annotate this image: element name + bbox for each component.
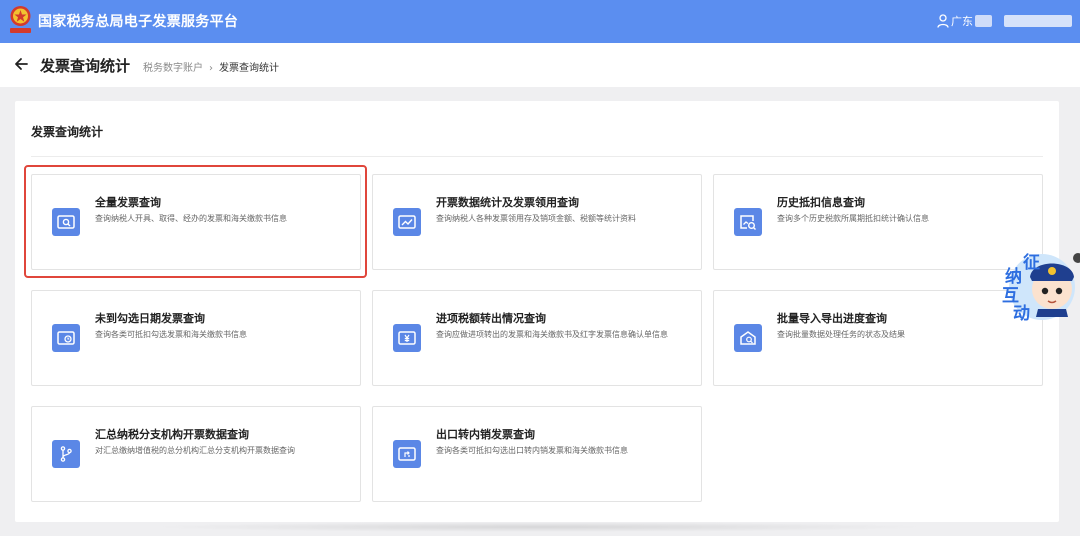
- card-description: 查询批量数据处理任务的状态及结果: [777, 330, 905, 339]
- card-export-to-domestic-invoice[interactable]: 出口转内销发票查询 查询各类可抵扣勾选出口转内销发票和海关缴款书信息: [372, 406, 702, 502]
- card-full-invoice-query[interactable]: 全量发票查询 查询纳税人开具、取得、经办的发票和海关缴款书信息: [31, 174, 361, 270]
- card-description: 查询应做进项转出的发票和海关缴款书及红字发票信息确认单信息: [436, 330, 668, 339]
- yuan-transfer-icon: [393, 324, 421, 352]
- tax-emblem-logo: [10, 6, 31, 33]
- card-description: 查询各类可抵扣勾选出口转内销发票和海关缴款书信息: [436, 446, 628, 455]
- card-title: 未到勾选日期发票查询: [95, 312, 205, 325]
- top-header: 国家税务总局电子发票服务平台 广东: [0, 0, 1080, 43]
- bottom-shadow: [150, 522, 930, 532]
- page-title-bar: 发票查询统计 税务数字账户 › 发票查询统计: [0, 43, 1080, 87]
- platform-title: 国家税务总局电子发票服务平台: [38, 14, 239, 30]
- redacted-user-info: [975, 15, 992, 27]
- user-icon[interactable]: [937, 14, 949, 28]
- breadcrumb-separator-icon: ›: [209, 63, 213, 74]
- card-title: 汇总纳税分支机构开票数据查询: [95, 428, 249, 441]
- card-title: 全量发票查询: [95, 196, 161, 209]
- card-description: 查询多个历史税款所属期抵扣统计确认信息: [777, 214, 929, 223]
- clock-invoice-icon: [52, 324, 80, 352]
- trend-chart-icon: [393, 208, 421, 236]
- breadcrumb-item-tax-account[interactable]: 税务数字账户: [143, 63, 203, 74]
- export-return-icon: [393, 440, 421, 468]
- batch-progress-icon: [734, 324, 762, 352]
- card-title: 批量导入导出进度查询: [777, 312, 887, 325]
- assistant-char-4: 动: [1013, 304, 1030, 324]
- branch-icon: [52, 440, 80, 468]
- card-description: 查询纳税人各种发票领用存及销项金额、税额等统计资料: [436, 214, 636, 223]
- card-title: 历史抵扣信息查询: [777, 196, 865, 209]
- user-region[interactable]: 广东: [951, 13, 973, 29]
- card-input-tax-transfer[interactable]: 进项税额转出情况查询 查询应做进项转出的发票和海关缴款书及红字发票信息确认单信息: [372, 290, 702, 386]
- card-invoice-statistics[interactable]: 开票数据统计及发票领用查询 查询纳税人各种发票领用存及销项金额、税额等统计资料: [372, 174, 702, 270]
- card-batch-progress[interactable]: 批量导入导出进度查询 查询批量数据处理任务的状态及结果: [713, 290, 1043, 386]
- page-title: 发票查询统计: [40, 57, 131, 75]
- panel-title: 发票查询统计: [31, 125, 104, 139]
- assistant-close-icon[interactable]: [1073, 253, 1080, 263]
- card-description: 查询各类可抵扣勾选发票和海关缴款书信息: [95, 330, 247, 339]
- history-search-icon: [734, 208, 762, 236]
- card-branch-invoice-data[interactable]: 汇总纳税分支机构开票数据查询 对汇总缴纳增值税的总分机构汇总分支机构开票数据查询: [31, 406, 361, 502]
- card-description: 对汇总缴纳增值税的总分机构汇总分支机构开票数据查询: [95, 446, 295, 455]
- breadcrumb-item-current: 发票查询统计: [219, 63, 279, 74]
- card-title: 出口转内销发票查询: [436, 428, 535, 441]
- card-title: 进项税额转出情况查询: [436, 312, 546, 325]
- invoice-search-icon: [52, 208, 80, 236]
- back-arrow-icon[interactable]: [14, 57, 28, 71]
- card-description: 查询纳税人开具、取得、经办的发票和海关缴款书信息: [95, 214, 287, 223]
- card-title: 开票数据统计及发票领用查询: [436, 196, 579, 209]
- assistant-char-1: 征: [1023, 253, 1040, 273]
- redacted-user-name[interactable]: [1004, 15, 1072, 27]
- panel-divider: [31, 156, 1043, 157]
- breadcrumb: 税务数字账户 › 发票查询统计: [143, 59, 279, 74]
- card-unchecked-date-invoice[interactable]: 未到勾选日期发票查询 查询各类可抵扣勾选发票和海关缴款书信息: [31, 290, 361, 386]
- card-history-deduction[interactable]: 历史抵扣信息查询 查询多个历史税款所属期抵扣统计确认信息: [713, 174, 1043, 270]
